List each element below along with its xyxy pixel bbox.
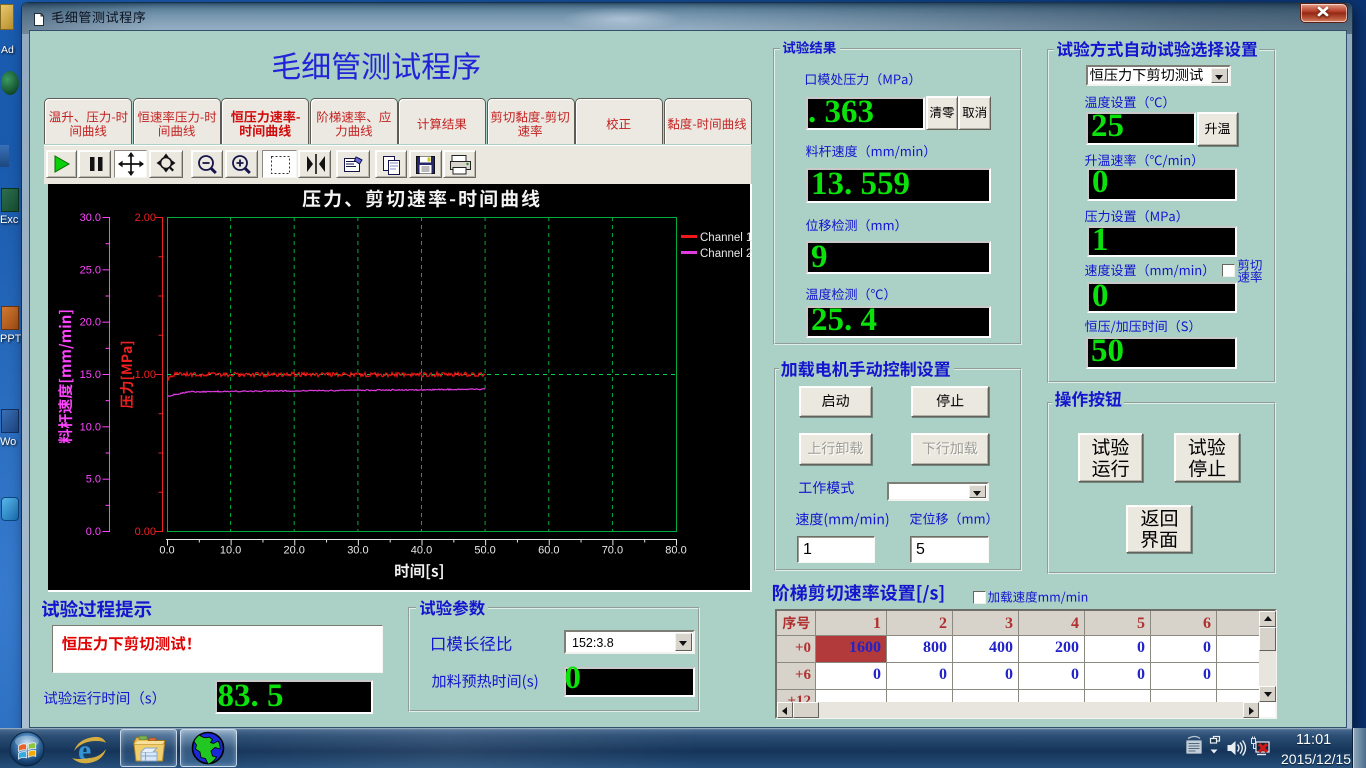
svg-text:1.00: 1.00 xyxy=(135,369,156,381)
svg-text:2.00: 2.00 xyxy=(135,212,156,224)
svg-text:0.00: 0.00 xyxy=(135,526,156,538)
svg-text:10.0: 10.0 xyxy=(220,545,241,557)
svg-text:70.0: 70.0 xyxy=(602,545,623,557)
svg-text:40.0: 40.0 xyxy=(411,545,432,557)
svg-text:15.0: 15.0 xyxy=(80,369,101,381)
svg-text:5.0: 5.0 xyxy=(86,474,101,486)
svg-text:30.0: 30.0 xyxy=(347,545,368,557)
svg-text:0.0: 0.0 xyxy=(159,545,174,557)
svg-text:80.0: 80.0 xyxy=(665,545,686,557)
svg-text:Channel 1: Channel 1 xyxy=(700,232,752,244)
svg-text:30.0: 30.0 xyxy=(80,212,101,224)
svg-text:20.0: 20.0 xyxy=(283,545,304,557)
svg-text:20.0: 20.0 xyxy=(80,317,101,329)
svg-text:Channel 2: Channel 2 xyxy=(700,248,752,260)
svg-text:60.0: 60.0 xyxy=(538,545,559,557)
svg-text:0.0: 0.0 xyxy=(86,526,101,538)
svg-text:25.0: 25.0 xyxy=(80,264,101,276)
svg-text:10.0: 10.0 xyxy=(80,421,101,433)
svg-text:50.0: 50.0 xyxy=(474,545,495,557)
